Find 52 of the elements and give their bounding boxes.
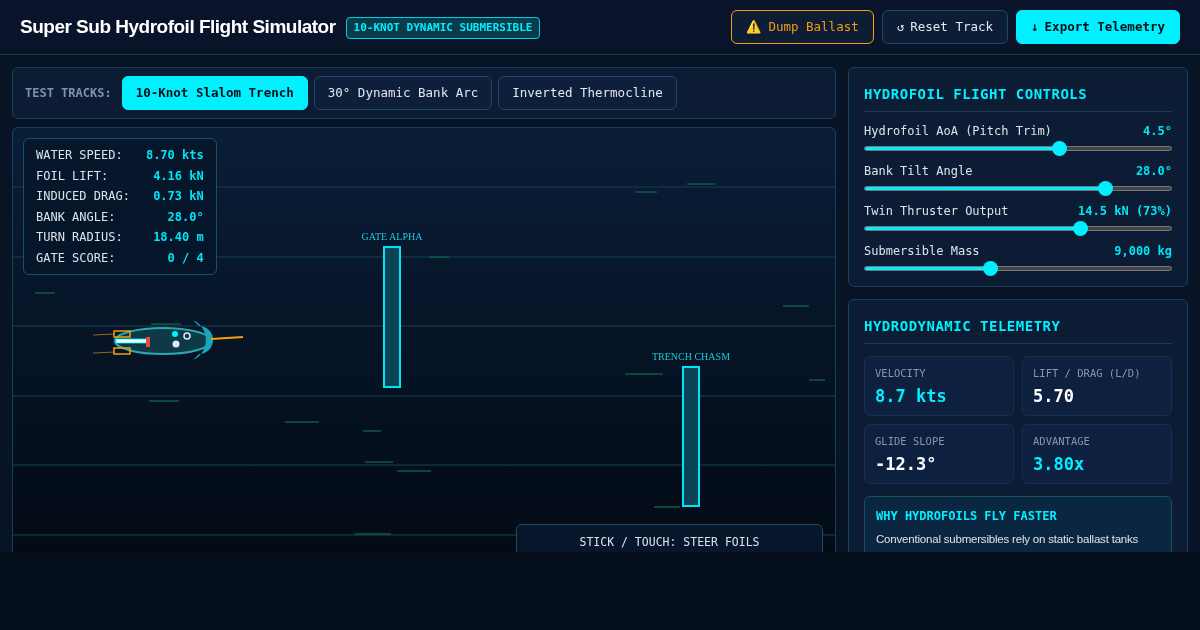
readout-value: 8.70 kts (145, 147, 204, 164)
slider-label: Hydrofoil AoA (Pitch Trim) (864, 124, 1052, 139)
track-tab[interactable]: 30° Dynamic Bank Arc (313, 76, 493, 110)
readout-value: 0 / 4 (166, 249, 204, 267)
app-title: Super Sub Hydrofoil Flight Simulator (20, 14, 336, 39)
slider-reading: 28.0° (1135, 164, 1172, 179)
toolbar-button[interactable]: ↓ Export Telemetry (1016, 10, 1180, 44)
track-tab[interactable]: Inverted Thermocline (498, 76, 677, 110)
readout-value: 18.40 m (152, 229, 204, 246)
toolbar-button[interactable]: ↺ Reset Track (881, 10, 1009, 44)
gate-label: GATE ALPHA (361, 231, 423, 242)
slider-thumb[interactable] (982, 261, 998, 276)
gate-label: TRENCH CHASM (651, 351, 731, 362)
control-hint: STICK / TOUCH: STEER FOILS (516, 524, 823, 552)
slider-thumb[interactable] (1098, 181, 1114, 196)
readout-label: TURN RADIUS: (36, 229, 124, 246)
mode-badge: 10-KNOT DYNAMIC SUBMERSIBLE (345, 16, 541, 40)
readout-value: 4.16 kN (152, 167, 204, 185)
readout-label: INDUCED DRAG: (36, 188, 130, 205)
slider[interactable] (864, 261, 1172, 276)
stat-label: ADVANTAGE (1033, 434, 1091, 449)
slider-label: Twin Thruster Output (864, 204, 1009, 219)
slider-reading: 9,000 kg (1114, 244, 1172, 259)
readout-label: BANK ANGLE: (36, 208, 117, 226)
slider[interactable] (864, 181, 1172, 196)
panel-heading: HYDROFOIL FLIGHT CONTROLS (864, 84, 1172, 112)
stat-value: 5.70 (1033, 384, 1075, 408)
slider[interactable] (864, 141, 1172, 156)
stat-label: VELOCITY (875, 366, 927, 381)
slider-thumb[interactable] (1073, 221, 1089, 236)
readout-value: 0.73 kN (152, 188, 204, 205)
readout-label: WATER SPEED: (36, 147, 124, 164)
track-tab[interactable]: 10-Knot Slalom Trench (121, 76, 308, 110)
readout-label: GATE SCORE: (36, 249, 117, 267)
panel-heading: HYDRODYNAMIC TELEMETRY (864, 316, 1172, 344)
slider-reading: 14.5 kN (73%) (1078, 204, 1172, 219)
toolbar-button[interactable]: ⚠ Dump Ballast (731, 10, 874, 44)
slider-label: Submersible Mass (864, 244, 980, 259)
stat-value: 8.7 kts (875, 384, 948, 408)
readout-value: 28.0° (166, 208, 204, 226)
info-text: Conventional submersibles rely on static ballast tanks (876, 532, 1140, 547)
readout-label: FOIL LIFT: (36, 167, 110, 185)
stat-value: -12.3° (875, 452, 938, 476)
slider-label: Bank Tilt Angle (864, 164, 973, 179)
tracks-label: TEST TRACKS: (25, 85, 112, 102)
stat-label: LIFT / DRAG (L/D) (1033, 366, 1142, 381)
stat-label: GLIDE SLOPE (875, 434, 946, 449)
slider[interactable] (864, 221, 1172, 236)
slider-reading: 4.5° (1143, 124, 1172, 139)
stat-value: 3.80x (1033, 452, 1086, 476)
slider-thumb[interactable] (1051, 141, 1067, 156)
info-heading: WHY HYDROFOILS FLY FASTER (876, 508, 1058, 525)
